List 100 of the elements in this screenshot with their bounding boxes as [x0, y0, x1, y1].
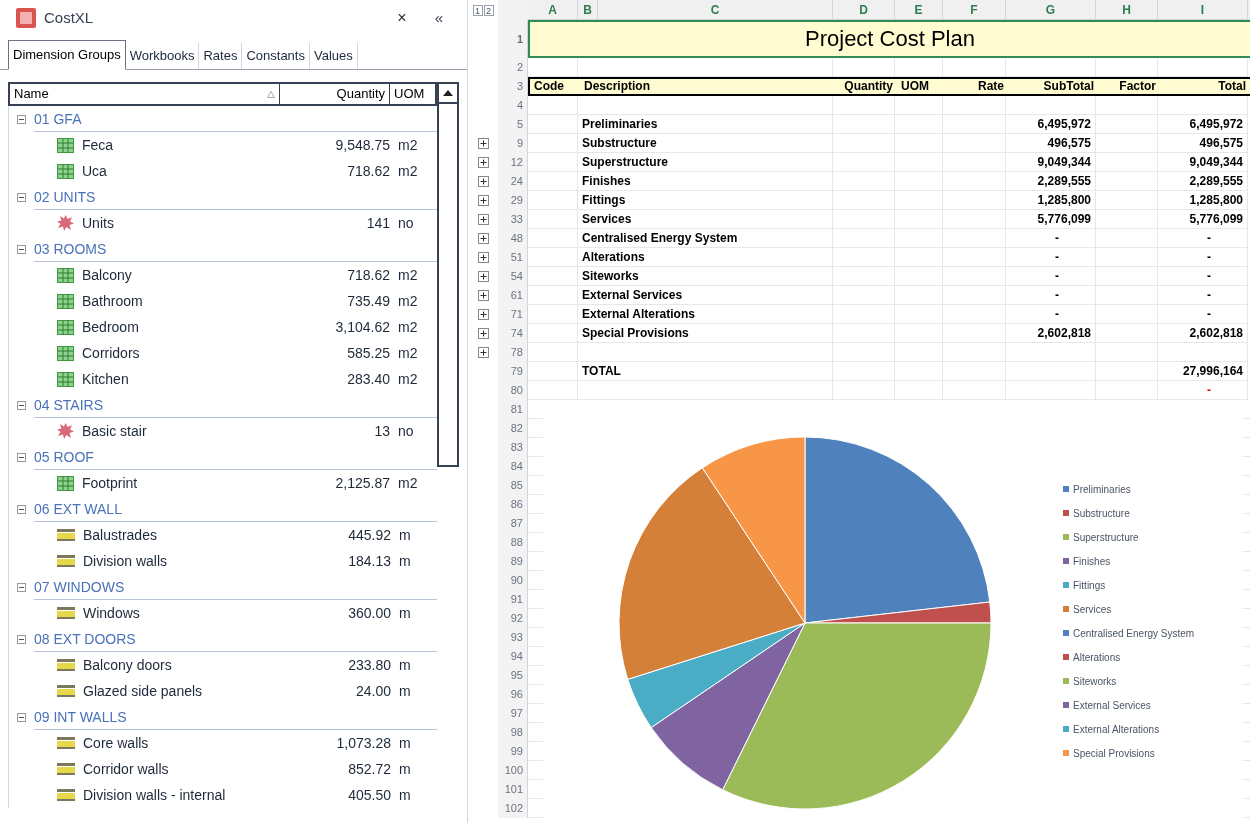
table-cell[interactable]: [833, 191, 895, 210]
row-number[interactable]: 97: [498, 704, 528, 723]
description-cell[interactable]: Fittings: [578, 191, 833, 210]
row-number[interactable]: 88: [498, 533, 528, 552]
tab[interactable]: Dimension Groups: [8, 40, 126, 70]
row-number[interactable]: 2: [498, 58, 528, 77]
table-cell[interactable]: [895, 324, 943, 343]
group-label[interactable]: 09 INT WALLS: [34, 704, 437, 730]
subtotal-cell[interactable]: [1006, 381, 1096, 400]
description-cell[interactable]: Finishes: [578, 172, 833, 191]
dimension-name[interactable]: Core walls: [83, 732, 273, 754]
row-number[interactable]: 71: [498, 305, 528, 324]
dimension-name[interactable]: Basic stair: [82, 420, 272, 442]
dimension-name[interactable]: Balustrades: [83, 524, 273, 546]
description-cell[interactable]: Substructure: [578, 134, 833, 153]
row-number[interactable]: 93: [498, 628, 528, 647]
description-cell[interactable]: Centralised Energy System: [578, 229, 833, 248]
row-number[interactable]: 91: [498, 590, 528, 609]
row-number[interactable]: 99: [498, 742, 528, 761]
amount-cell[interactable]: [1158, 343, 1248, 362]
subtotal-cell[interactable]: -: [1006, 248, 1096, 267]
subtotal-cell[interactable]: 5,776,099: [1006, 210, 1096, 229]
description-cell[interactable]: [578, 381, 833, 400]
table-cell[interactable]: [833, 343, 895, 362]
subtotal-cell[interactable]: 1,285,800: [1006, 191, 1096, 210]
dimension-name[interactable]: Feca: [82, 134, 272, 156]
expand-icon[interactable]: [477, 309, 489, 320]
collapse-icon[interactable]: [17, 400, 26, 410]
table-cell[interactable]: [833, 267, 895, 286]
group-label[interactable]: 08 EXT DOORS: [34, 626, 437, 652]
description-cell[interactable]: [578, 343, 833, 362]
group-label[interactable]: 01 GFA: [34, 106, 437, 132]
table-cell[interactable]: [895, 286, 943, 305]
row-number[interactable]: 101: [498, 780, 528, 799]
row-number[interactable]: 89: [498, 552, 528, 571]
table-cell[interactable]: [833, 324, 895, 343]
table-cell[interactable]: [943, 286, 1006, 305]
amount-cell[interactable]: 1,285,800: [1158, 191, 1248, 210]
scroll-up-icon[interactable]: [443, 90, 453, 96]
subtotal-cell[interactable]: 9,049,344: [1006, 153, 1096, 172]
expand-icon[interactable]: [477, 328, 489, 339]
row-number[interactable]: 74: [498, 324, 528, 343]
table-cell[interactable]: [528, 191, 578, 210]
group-label[interactable]: 02 UNITS: [34, 184, 437, 210]
table-cell[interactable]: [528, 172, 578, 191]
table-cell[interactable]: [1096, 229, 1158, 248]
table-cell[interactable]: [1096, 324, 1158, 343]
table-cell[interactable]: [895, 115, 943, 134]
table-cell[interactable]: [528, 267, 578, 286]
description-cell[interactable]: Services: [578, 210, 833, 229]
row-number[interactable]: 79: [498, 362, 528, 381]
subtotal-cell[interactable]: -: [1006, 286, 1096, 305]
subtotal-cell[interactable]: 2,602,818: [1006, 324, 1096, 343]
dimension-name[interactable]: Glazed side panels: [83, 680, 273, 702]
column-header[interactable]: Quantity: [336, 84, 385, 104]
row-number[interactable]: 54: [498, 267, 528, 286]
table-cell[interactable]: [833, 305, 895, 324]
table-cell[interactable]: [943, 96, 1006, 115]
table-cell[interactable]: [895, 210, 943, 229]
description-cell[interactable]: [578, 96, 833, 115]
dimension-name[interactable]: Division walls: [83, 550, 273, 572]
table-cell[interactable]: [528, 286, 578, 305]
expand-icon[interactable]: [477, 271, 489, 282]
table-cell[interactable]: [1096, 267, 1158, 286]
amount-cell[interactable]: -: [1158, 248, 1248, 267]
table-cell[interactable]: [895, 191, 943, 210]
table-cell[interactable]: [528, 343, 578, 362]
dimension-name[interactable]: Corridors: [82, 342, 272, 364]
table-cell[interactable]: [833, 172, 895, 191]
table-cell[interactable]: [528, 381, 578, 400]
collapse-button[interactable]: «: [426, 6, 451, 30]
collapse-icon[interactable]: [17, 114, 26, 124]
table-cell[interactable]: [895, 134, 943, 153]
row-number[interactable]: 85: [498, 476, 528, 495]
table-cell[interactable]: [895, 229, 943, 248]
group-label[interactable]: 05 ROOF: [34, 444, 437, 470]
description-cell[interactable]: External Services: [578, 286, 833, 305]
dimension-name[interactable]: Balcony: [82, 264, 272, 286]
subtotal-cell[interactable]: [1006, 343, 1096, 362]
table-cell[interactable]: [1096, 381, 1158, 400]
column-header[interactable]: UOM: [394, 84, 425, 104]
table-cell[interactable]: [895, 305, 943, 324]
amount-cell[interactable]: 496,575: [1158, 134, 1248, 153]
table-cell[interactable]: [943, 115, 1006, 134]
table-cell[interactable]: [833, 362, 895, 381]
scrollbar[interactable]: [437, 82, 459, 467]
table-cell[interactable]: [943, 305, 1006, 324]
group-label[interactable]: 06 EXT WALL: [34, 496, 437, 522]
table-cell[interactable]: [833, 248, 895, 267]
table-cell[interactable]: [895, 343, 943, 362]
column-header[interactable]: Name: [14, 84, 49, 104]
row-number[interactable]: 78: [498, 343, 528, 362]
row-number[interactable]: 98: [498, 723, 528, 742]
collapse-icon[interactable]: [17, 192, 26, 202]
tab[interactable]: Values: [309, 43, 358, 69]
description-cell[interactable]: Alterations: [578, 248, 833, 267]
row-number[interactable]: 82: [498, 419, 528, 438]
dimension-name[interactable]: Uca: [82, 160, 272, 182]
table-cell[interactable]: [943, 210, 1006, 229]
tab[interactable]: Rates: [199, 43, 243, 69]
